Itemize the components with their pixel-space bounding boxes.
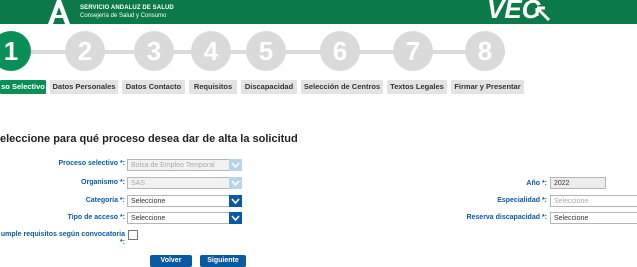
organismo-select[interactable]: SAS	[127, 177, 242, 189]
org-name: SERVICIO ANDALUZ DE SALUD	[80, 5, 174, 11]
tipo-acceso-label: Tipo de acceso *:	[67, 214, 125, 221]
categoria-select[interactable]: Seleccione	[127, 195, 242, 207]
step-7[interactable]: 7	[393, 31, 433, 71]
chevron-down-icon	[229, 212, 242, 224]
form-title: eleccione para qué proceso desea dar de …	[0, 133, 298, 145]
reserva-discapacidad-label: Reserva discapacidad *:	[466, 214, 547, 221]
next-button[interactable]: Siguiente	[200, 255, 246, 267]
cumple-requisitos-label: umple requisitos según convocatoria	[0, 231, 125, 238]
especialidad-field[interactable]: Seleccione	[550, 195, 637, 207]
tab-textos-legales[interactable]: Textos Legales	[387, 80, 447, 94]
step-4[interactable]: 4	[191, 31, 231, 71]
org-department: Consejería de Salud y Consumo	[80, 13, 167, 19]
cumple-requisitos-required: *:	[119, 239, 125, 246]
top-header: SERVICIO ANDALUZ DE SALUD Consejería de …	[0, 0, 637, 24]
proceso-selectivo-select[interactable]: Bolsa de Empleo Temporal	[127, 159, 242, 171]
tipo-acceso-value: Seleccione	[131, 215, 166, 222]
step-5[interactable]: 5	[246, 31, 286, 71]
vec-brand-text: VEC	[487, 0, 542, 24]
step-8[interactable]: 8	[465, 31, 505, 71]
chevron-down-icon	[229, 159, 242, 171]
tab-firmar-presentar[interactable]: Firmar y Presentar	[451, 80, 524, 94]
chevron-down-icon	[229, 195, 242, 207]
categoria-value: Seleccione	[131, 198, 166, 205]
tipo-acceso-select[interactable]: Seleccione	[127, 212, 242, 224]
step-1[interactable]: 1	[0, 31, 31, 71]
cumple-requisitos-checkbox[interactable]	[128, 230, 138, 240]
chevron-down-icon	[229, 177, 242, 189]
anio-field[interactable]: 2022	[550, 177, 606, 189]
vec-brand-logo: VEC	[487, 0, 551, 24]
tab-requisitos[interactable]: Requisitos	[189, 80, 237, 94]
step-3[interactable]: 3	[134, 31, 174, 71]
especialidad-label: Especialidad *:	[497, 197, 547, 204]
wizard-steps: 1 2 3 4 5 6 7 8	[0, 26, 637, 76]
tab-discapacidad[interactable]: Discapacidad	[241, 80, 297, 94]
tab-seleccion-centros[interactable]: Selección de Centros	[301, 80, 383, 94]
organismo-value: SAS	[131, 180, 146, 187]
reserva-discapacidad-select[interactable]: Seleccione	[550, 212, 637, 224]
proceso-selectivo-value: Bolsa de Empleo Temporal	[131, 162, 215, 169]
proceso-selectivo-label: Proceso selectivo *:	[58, 160, 125, 167]
organismo-label: Organismo *:	[81, 179, 125, 186]
andalucia-logo-icon	[48, 0, 70, 24]
back-button[interactable]: Volver	[150, 255, 192, 267]
anio-label: Año *:	[526, 180, 547, 187]
step-2[interactable]: 2	[65, 31, 105, 71]
tab-datos-personales[interactable]: Datos Personales	[50, 80, 118, 94]
categoria-label: Categoría *:	[85, 197, 125, 204]
tab-proceso-selectivo[interactable]: so Selectivo	[0, 80, 46, 94]
tab-datos-contacto[interactable]: Datos Contacto	[122, 80, 185, 94]
step-6[interactable]: 6	[320, 31, 360, 71]
